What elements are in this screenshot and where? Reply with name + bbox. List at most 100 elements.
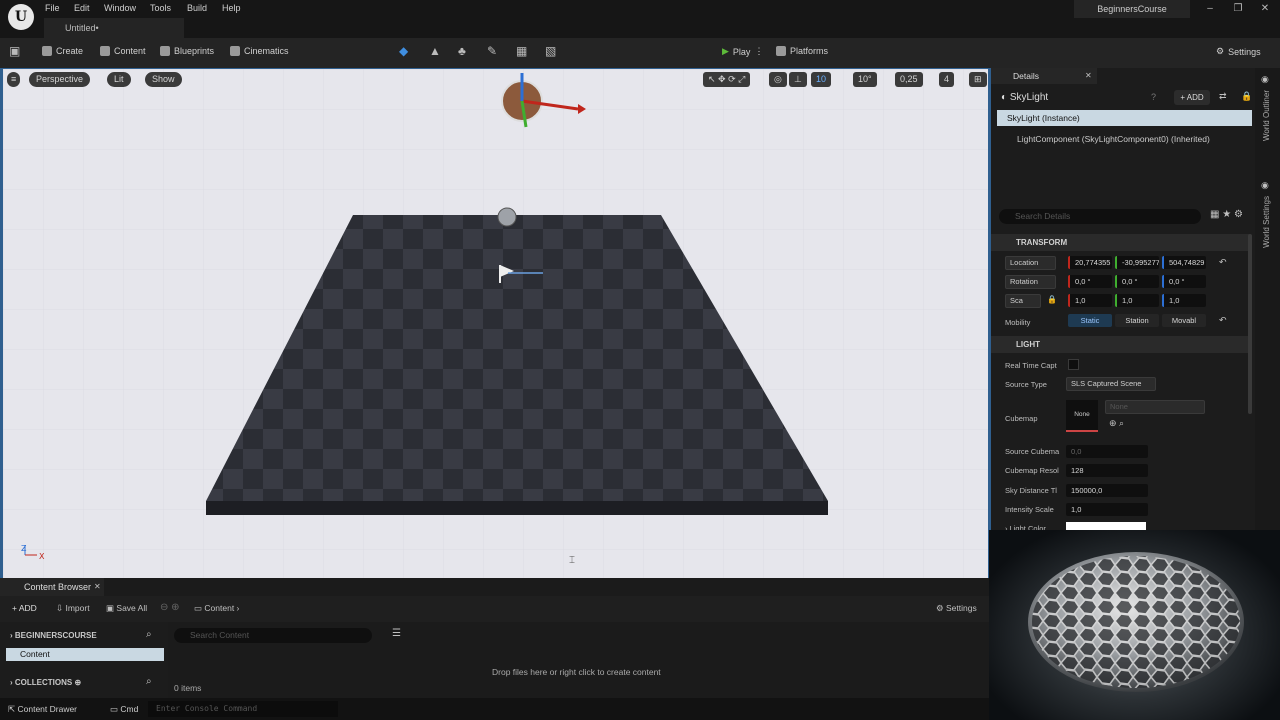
table-view-icon[interactable]: ▦ ★ ⚙ (1210, 209, 1243, 220)
details-tab[interactable]: Details (991, 68, 1097, 84)
menu-build[interactable]: Build (187, 3, 207, 13)
cb-settings-button[interactable]: ⚙ Settings (936, 603, 977, 614)
project-section[interactable]: › BEGINNERSCOURSE (10, 631, 97, 640)
foliage-mode-icon[interactable]: ♣ (458, 44, 466, 58)
viewport-menu-button[interactable]: ≡ (7, 72, 21, 87)
content-browser-tab[interactable]: Content Browser (0, 578, 104, 596)
world-settings-tab[interactable]: World Settings (1262, 196, 1271, 248)
search-content-input[interactable]: Search Content (174, 628, 372, 643)
path-content[interactable]: ▭ Content › (194, 603, 239, 614)
light-color-swatch[interactable] (1066, 522, 1146, 530)
component-row[interactable]: LightComponent (SkyLightComponent0) (Inh… (1017, 134, 1210, 144)
play-button[interactable]: ▶ Play ⋮ (722, 46, 763, 57)
world-settings-icon[interactable]: ◉ (1261, 180, 1269, 191)
intensity-field[interactable]: 1,0 (1066, 503, 1148, 516)
search-details-input[interactable]: Search Details (999, 209, 1201, 224)
location-x[interactable]: 20,774355 (1068, 256, 1112, 269)
scale-y[interactable]: 1,0 (1115, 294, 1159, 307)
location-y[interactable]: -30,995277 (1115, 256, 1159, 269)
show-button[interactable]: Show (145, 72, 182, 87)
scale-z[interactable]: 1,0 (1162, 294, 1206, 307)
mobility-stationary[interactable]: Station (1115, 314, 1159, 327)
scale-snap-value[interactable]: 0,25 (895, 72, 923, 87)
rotation-y[interactable]: 0,0 ° (1115, 275, 1159, 288)
blueprint-icon[interactable]: ⇄ (1219, 91, 1227, 102)
surface-snap-toggle[interactable]: ⊥ (789, 72, 807, 87)
grid-snap-value[interactable]: 10 (811, 72, 832, 87)
console-input[interactable]: Enter Console Command (148, 701, 338, 717)
camera-speed-value[interactable]: 4 (939, 72, 955, 87)
folder-content[interactable]: Content (6, 648, 164, 661)
lit-button[interactable]: Lit (107, 72, 131, 87)
settings-button[interactable]: ⚙ Settings (1216, 46, 1261, 57)
location-dropdown[interactable]: Location (1005, 256, 1056, 270)
source-type-dropdown[interactable]: SLS Captured Scene (1066, 377, 1156, 391)
lock-icon[interactable]: 🔒 (1241, 91, 1252, 102)
details-scrollbar[interactable] (1248, 234, 1252, 414)
fracture-mode-icon[interactable]: ▧ (545, 44, 556, 58)
import-button[interactable]: ⇩ Import (56, 603, 90, 614)
cmd-button[interactable]: ▭ Cmd (110, 704, 138, 715)
details-close-icon[interactable]: ✕ (1085, 71, 1092, 80)
scale-lock-icon[interactable]: 🔒 (1047, 295, 1057, 304)
save-all-button[interactable]: ▣ Save All (106, 603, 147, 614)
history-back-icon[interactable]: ⊖ ⊕ (160, 602, 180, 613)
light-header[interactable]: LIGHT (991, 336, 1249, 353)
select-mode-icon[interactable]: ◆ (399, 44, 408, 58)
menu-help[interactable]: Help (222, 3, 241, 13)
collections-search-icon[interactable]: ⌕ (146, 676, 152, 687)
mobility-movable[interactable]: Movabl (1162, 314, 1206, 327)
cubemap-dropdown[interactable]: None (1105, 400, 1205, 414)
sky-distance-field[interactable]: 150000,0 (1066, 484, 1148, 497)
rotation-dropdown[interactable]: Rotation (1005, 275, 1056, 289)
viewport-layout-icon[interactable]: ⊞ (969, 72, 987, 87)
maximize-icon[interactable]: ❐ (1230, 3, 1246, 14)
mesh-mode-icon[interactable]: ▦ (516, 44, 527, 58)
search-icon[interactable]: ⌕ (146, 629, 152, 640)
collections-section[interactable]: › COLLECTIONS ⊕ (10, 678, 81, 687)
mobility-static[interactable]: Static (1068, 314, 1112, 327)
perspective-button[interactable]: Perspective (29, 72, 91, 87)
outliner-icon[interactable]: ◉ (1261, 74, 1269, 85)
location-z[interactable]: 504,74829 (1162, 256, 1206, 269)
cinematics-button[interactable]: Cinematics (230, 46, 289, 56)
document-tab[interactable]: Untitled• (44, 18, 184, 38)
transform-tools[interactable]: ↖ ✥ ⟳ ⤢ (703, 72, 751, 87)
component-instance-row[interactable]: SkyLight (Instance) (997, 110, 1252, 126)
close-icon[interactable]: ✕ (1257, 3, 1273, 14)
menu-window[interactable]: Window (104, 3, 136, 13)
help-icon[interactable]: ? (1151, 92, 1156, 102)
rotation-z[interactable]: 0,0 ° (1162, 275, 1206, 288)
add-component-button[interactable]: + ADD (1174, 90, 1210, 105)
cubemap-thumbnail[interactable]: None (1066, 400, 1098, 432)
content-button[interactable]: Content (100, 46, 146, 56)
browse-icon[interactable]: ⊕ ⌕ (1109, 418, 1124, 429)
world-outliner-tab[interactable]: World Outliner (1262, 90, 1271, 141)
scale-x[interactable]: 1,0 (1068, 294, 1112, 307)
menu-file[interactable]: File (45, 3, 60, 13)
paint-mode-icon[interactable]: ✎ (487, 44, 497, 58)
rotation-snap-value[interactable]: 10° (853, 72, 877, 87)
landscape-mode-icon[interactable]: ▲ (429, 44, 441, 58)
save-icon[interactable]: ▣ (9, 44, 20, 58)
level-viewport[interactable]: Z X ⌶ ≡ Perspective Lit Show ↖ ✥ ⟳ ⤢ ◎ ⊥… (0, 68, 991, 578)
transform-header[interactable]: TRANSFORM (991, 234, 1249, 251)
create-button[interactable]: Create (42, 46, 83, 56)
close-tab-icon[interactable]: ✕ (94, 582, 101, 591)
rotation-x[interactable]: 0,0 ° (1068, 275, 1112, 288)
reset-mobility-icon[interactable]: ↶ (1219, 315, 1227, 326)
source-cubemap-field[interactable]: 0,0 (1066, 445, 1148, 458)
blueprints-button[interactable]: Blueprints (160, 46, 214, 56)
platforms-button[interactable]: Platforms (776, 46, 828, 56)
reset-location-icon[interactable]: ↶ (1219, 257, 1227, 268)
realtime-checkbox[interactable] (1068, 359, 1079, 370)
menu-tools[interactable]: Tools (150, 3, 171, 13)
unreal-logo-icon[interactable]: U (8, 4, 34, 30)
filter-icon[interactable]: ☰ (392, 628, 401, 639)
play-options-icon[interactable]: ⋮ (754, 46, 763, 57)
world-local-toggle[interactable]: ◎ (769, 72, 787, 87)
content-drawer-button[interactable]: ⇱ Content Drawer (8, 704, 77, 715)
menu-edit[interactable]: Edit (74, 3, 90, 13)
minimize-icon[interactable]: – (1202, 3, 1218, 14)
add-button[interactable]: + ADD (12, 603, 37, 613)
